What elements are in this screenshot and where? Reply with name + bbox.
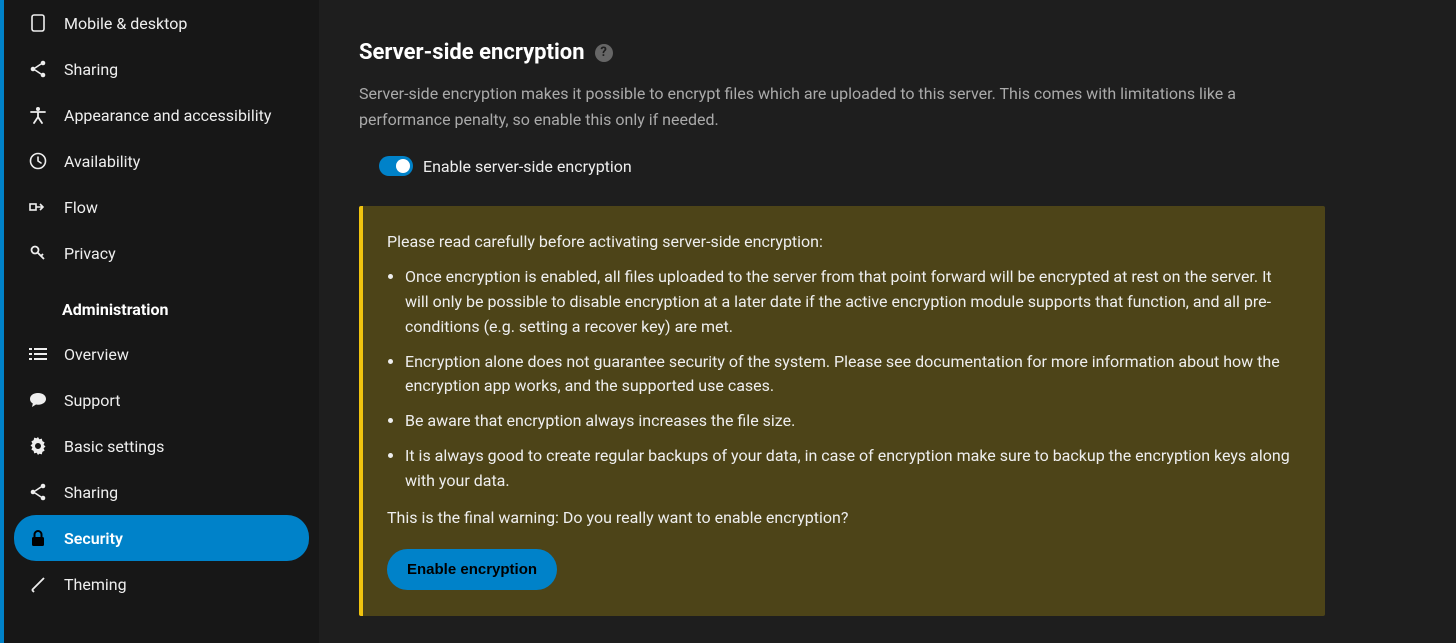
sidebar: Mobile & desktop Sharing Appearance and … xyxy=(4,0,319,643)
toggle-label: Enable server-side encryption xyxy=(423,157,632,176)
warning-point: It is always good to create regular back… xyxy=(405,444,1297,494)
sidebar-item-label: Sharing xyxy=(64,60,118,79)
warning-box: Please read carefully before activating … xyxy=(359,206,1325,615)
sidebar-section-administration: Administration xyxy=(4,276,319,331)
sidebar-item-privacy[interactable]: Privacy xyxy=(14,230,309,276)
help-icon[interactable]: ? xyxy=(595,44,613,62)
sidebar-item-label: Appearance and accessibility xyxy=(64,106,271,125)
title-text: Server-side encryption xyxy=(359,40,585,65)
sidebar-item-label: Overview xyxy=(64,345,129,364)
sidebar-item-appearance[interactable]: Appearance and accessibility xyxy=(14,92,309,138)
warning-point: Encryption alone does not guarantee secu… xyxy=(405,350,1297,400)
warning-point: Be aware that encryption always increase… xyxy=(405,409,1297,434)
sidebar-item-label: Privacy xyxy=(64,244,116,263)
sidebar-item-flow[interactable]: Flow xyxy=(14,184,309,230)
sidebar-item-support[interactable]: Support xyxy=(14,377,309,423)
sidebar-item-mobile-desktop[interactable]: Mobile & desktop xyxy=(14,0,309,46)
sidebar-item-sharing[interactable]: Sharing xyxy=(14,46,309,92)
sidebar-item-theming[interactable]: Theming xyxy=(14,561,309,607)
warning-list: Once encryption is enabled, all files up… xyxy=(387,265,1297,493)
brush-icon xyxy=(28,574,48,594)
list-icon xyxy=(28,344,48,364)
accessibility-icon xyxy=(28,105,48,125)
sidebar-item-availability[interactable]: Availability xyxy=(14,138,309,184)
device-icon xyxy=(28,13,48,33)
sidebar-item-label: Security xyxy=(64,529,123,548)
sidebar-item-label: Theming xyxy=(64,575,127,594)
clock-icon xyxy=(28,151,48,171)
section-description: Server-side encryption makes it possible… xyxy=(359,81,1279,132)
toggle-knob xyxy=(396,159,410,173)
lock-icon xyxy=(28,528,48,548)
sidebar-item-label: Sharing xyxy=(64,483,118,502)
enable-encryption-button[interactable]: Enable encryption xyxy=(387,549,557,590)
gear-icon xyxy=(28,436,48,456)
warning-final: This is the final warning: Do you really… xyxy=(387,508,1297,527)
encryption-toggle[interactable] xyxy=(379,156,413,176)
sidebar-item-overview[interactable]: Overview xyxy=(14,331,309,377)
sidebar-item-security[interactable]: Security xyxy=(14,515,309,561)
warning-intro: Please read carefully before activating … xyxy=(387,232,1297,251)
sidebar-item-label: Support xyxy=(64,391,120,410)
share-icon xyxy=(28,59,48,79)
sidebar-item-label: Basic settings xyxy=(64,437,164,456)
flow-icon xyxy=(28,197,48,217)
warning-point: Once encryption is enabled, all files up… xyxy=(405,265,1297,339)
share-icon xyxy=(28,482,48,502)
sidebar-item-sharing-admin[interactable]: Sharing xyxy=(14,469,309,515)
encryption-toggle-row: Enable server-side encryption xyxy=(379,156,1416,176)
page-title: Server-side encryption ? xyxy=(359,40,1416,65)
sidebar-item-label: Flow xyxy=(64,198,98,217)
sidebar-item-basic-settings[interactable]: Basic settings xyxy=(14,423,309,469)
key-icon xyxy=(28,243,48,263)
chat-icon xyxy=(28,390,48,410)
sidebar-item-label: Mobile & desktop xyxy=(64,14,187,33)
main-content: Server-side encryption ? Server-side enc… xyxy=(319,0,1456,643)
sidebar-item-label: Availability xyxy=(64,152,140,171)
